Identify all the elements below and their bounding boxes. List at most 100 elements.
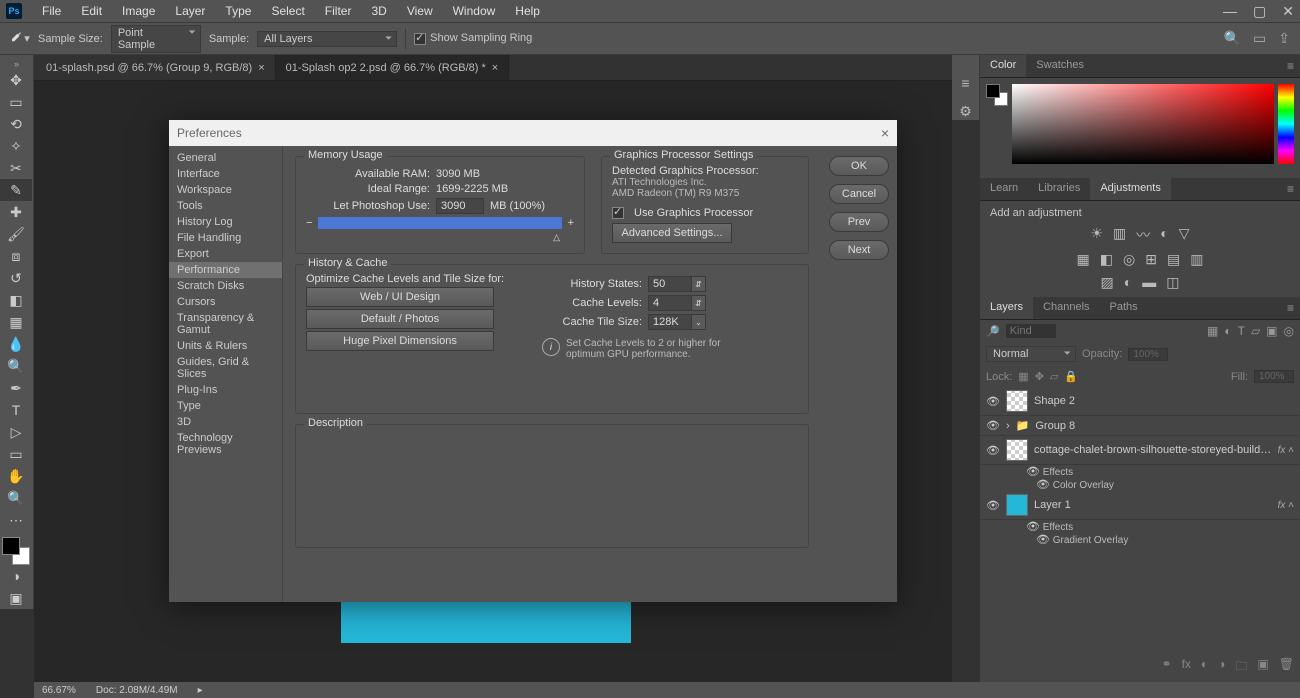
foreground-background-swatch[interactable] (986, 84, 1008, 106)
pref-category[interactable]: Export (169, 246, 282, 262)
window-minimize-icon[interactable]: — (1223, 3, 1237, 20)
fx-badge[interactable]: fx ˄ (1278, 445, 1294, 456)
dialog-titlebar[interactable]: Preferences × (169, 120, 897, 146)
filter-smart-icon[interactable]: ▣ (1266, 324, 1277, 338)
dropdown-icon[interactable]: ⌄ (692, 314, 706, 330)
window-close-icon[interactable]: ✕ (1282, 3, 1294, 20)
sample-dropdown[interactable]: All Layers (257, 31, 397, 47)
menu-edit[interactable]: Edit (71, 4, 112, 18)
layer-mask-icon[interactable]: ◐ (1201, 657, 1208, 678)
history-states-input[interactable] (648, 276, 692, 292)
layer-effect[interactable]: 👁 Effects (980, 465, 1300, 478)
visibility-toggle-icon[interactable]: 👁 (986, 444, 1000, 457)
layer-row[interactable]: 👁 Layer 1 fx ˄ (980, 491, 1300, 520)
hand-tool[interactable]: ✋ (0, 465, 32, 487)
link-layers-icon[interactable]: ⚭ (1162, 657, 1172, 678)
gradient-tool[interactable]: ▦ (0, 311, 32, 333)
tab-channels[interactable]: Channels (1033, 297, 1099, 319)
lasso-tool[interactable]: ⟲ (0, 113, 32, 135)
color-field[interactable] (1012, 84, 1274, 164)
pref-category[interactable]: File Handling (169, 230, 282, 246)
show-sampling-ring-checkbox[interactable]: Show Sampling Ring (414, 32, 532, 44)
exposure-adjustment-icon[interactable]: ◐ (1160, 225, 1168, 245)
filter-shape-icon[interactable]: ▱ (1251, 324, 1260, 338)
next-button[interactable]: Next (829, 240, 889, 260)
eyedropper-tool[interactable]: ✎ (0, 179, 32, 201)
layer-row[interactable]: 👁 › 📁 Group 8 (980, 416, 1300, 436)
move-tool[interactable]: ✥ (0, 69, 32, 91)
quick-select-tool[interactable]: ✧ (0, 135, 32, 157)
stamp-tool[interactable]: ⧈ (0, 245, 32, 267)
tab-paths[interactable]: Paths (1100, 297, 1148, 319)
delete-layer-icon[interactable]: 🗑 (1279, 657, 1294, 678)
quick-mask-tool[interactable]: ◑ (0, 565, 32, 587)
channel-mixer-icon[interactable]: ⊞ (1145, 251, 1157, 268)
document-tab[interactable]: 01-splash.psd @ 66.7% (Group 9, RGB/8)× (36, 55, 276, 80)
pref-category[interactable]: Performance (169, 262, 282, 278)
layer-style-icon[interactable]: fx (1182, 657, 1191, 678)
brightness-adjustment-icon[interactable]: ☀ (1090, 225, 1103, 245)
layer-name[interactable]: cottage-chalet-brown-silhouette-storeyed… (1034, 444, 1272, 456)
screen-mode-tool[interactable]: ▣ (0, 587, 32, 609)
opacity-input[interactable] (1128, 348, 1168, 361)
layer-row[interactable]: 👁 Shape 2 (980, 387, 1300, 416)
filter-type-icon[interactable]: T (1238, 324, 1245, 338)
vibrance-adjustment-icon[interactable]: ▽ (1179, 225, 1190, 245)
pref-category[interactable]: 3D (169, 414, 282, 430)
close-icon[interactable]: × (258, 62, 264, 74)
menu-image[interactable]: Image (112, 4, 165, 18)
panel-menu-icon[interactable]: ≡ (1281, 297, 1300, 319)
threshold-icon[interactable]: ◐ (1124, 274, 1132, 291)
lock-all-icon[interactable]: 🔒 (1064, 370, 1078, 383)
healing-tool[interactable]: ✚ (0, 201, 32, 223)
layer-effect[interactable]: 👁 Effects (980, 520, 1300, 533)
lock-pixels-icon[interactable]: ▦ (1018, 370, 1028, 383)
visibility-toggle-icon[interactable]: 👁 (986, 395, 1000, 408)
blend-mode-dropdown[interactable]: Normal (986, 346, 1076, 362)
tab-learn[interactable]: Learn (980, 178, 1028, 200)
color-lookup-icon[interactable]: ▤ (1167, 251, 1180, 268)
menu-window[interactable]: Window (443, 4, 506, 18)
tab-layers[interactable]: Layers (980, 297, 1033, 319)
pref-category[interactable]: Cursors (169, 294, 282, 310)
brush-tool[interactable]: 🖌 (0, 223, 32, 245)
rectangle-tool[interactable]: ▭ (0, 443, 32, 465)
group-icon[interactable]: 🗀 (1235, 657, 1247, 678)
preset-web-button[interactable]: Web / UI Design (306, 287, 494, 307)
cancel-button[interactable]: Cancel (829, 184, 889, 204)
search-icon[interactable]: 🔍 (1224, 30, 1241, 47)
fx-badge[interactable]: fx ˄ (1278, 500, 1294, 511)
crop-tool[interactable]: ✂ (0, 157, 32, 179)
menu-file[interactable]: File (32, 4, 71, 18)
toolbox-collapser[interactable]: » (0, 59, 33, 69)
layer-name[interactable]: Layer 1 (1034, 499, 1272, 511)
tab-swatches[interactable]: Swatches (1026, 55, 1094, 77)
hue-adjustment-icon[interactable]: ▦ (1077, 251, 1090, 268)
layer-effect[interactable]: 👁 Gradient Overlay (980, 533, 1300, 546)
workspace-icon[interactable]: ▭ (1253, 30, 1266, 47)
filter-pixel-icon[interactable]: ▦ (1207, 324, 1218, 338)
pref-category[interactable]: Guides, Grid & Slices (169, 354, 282, 382)
zoom-level[interactable]: 66.67% (42, 685, 76, 696)
pref-category[interactable]: Transparency & Gamut (169, 310, 282, 338)
close-icon[interactable]: × (881, 125, 889, 141)
sample-size-dropdown[interactable]: Point Sample (111, 25, 201, 53)
prev-button[interactable]: Prev (829, 212, 889, 232)
tab-adjustments[interactable]: Adjustments (1090, 178, 1171, 200)
selective-color-icon[interactable]: ◫ (1166, 274, 1179, 291)
cache-tile-input[interactable] (648, 314, 692, 330)
pref-category[interactable]: Type (169, 398, 282, 414)
layer-name[interactable]: Shape 2 (1034, 395, 1294, 407)
close-icon[interactable]: × (492, 62, 498, 74)
window-maximize-icon[interactable]: ▢ (1253, 3, 1266, 20)
menu-3d[interactable]: 3D (361, 4, 396, 18)
new-layer-icon[interactable]: ▣ (1257, 657, 1268, 678)
expand-icon[interactable]: › (1006, 420, 1010, 432)
document-tab[interactable]: 01-Splash op2 2.psd @ 66.7% (RGB/8) *× (276, 55, 510, 80)
pref-category[interactable]: Interface (169, 166, 282, 182)
menu-help[interactable]: Help (505, 4, 550, 18)
dodge-tool[interactable]: 🔍 (0, 355, 32, 377)
pref-category[interactable]: Technology Previews (169, 430, 282, 458)
history-panel-icon[interactable]: ≡ (961, 75, 969, 91)
filter-toggle-icon[interactable]: ◎ (1284, 324, 1294, 338)
